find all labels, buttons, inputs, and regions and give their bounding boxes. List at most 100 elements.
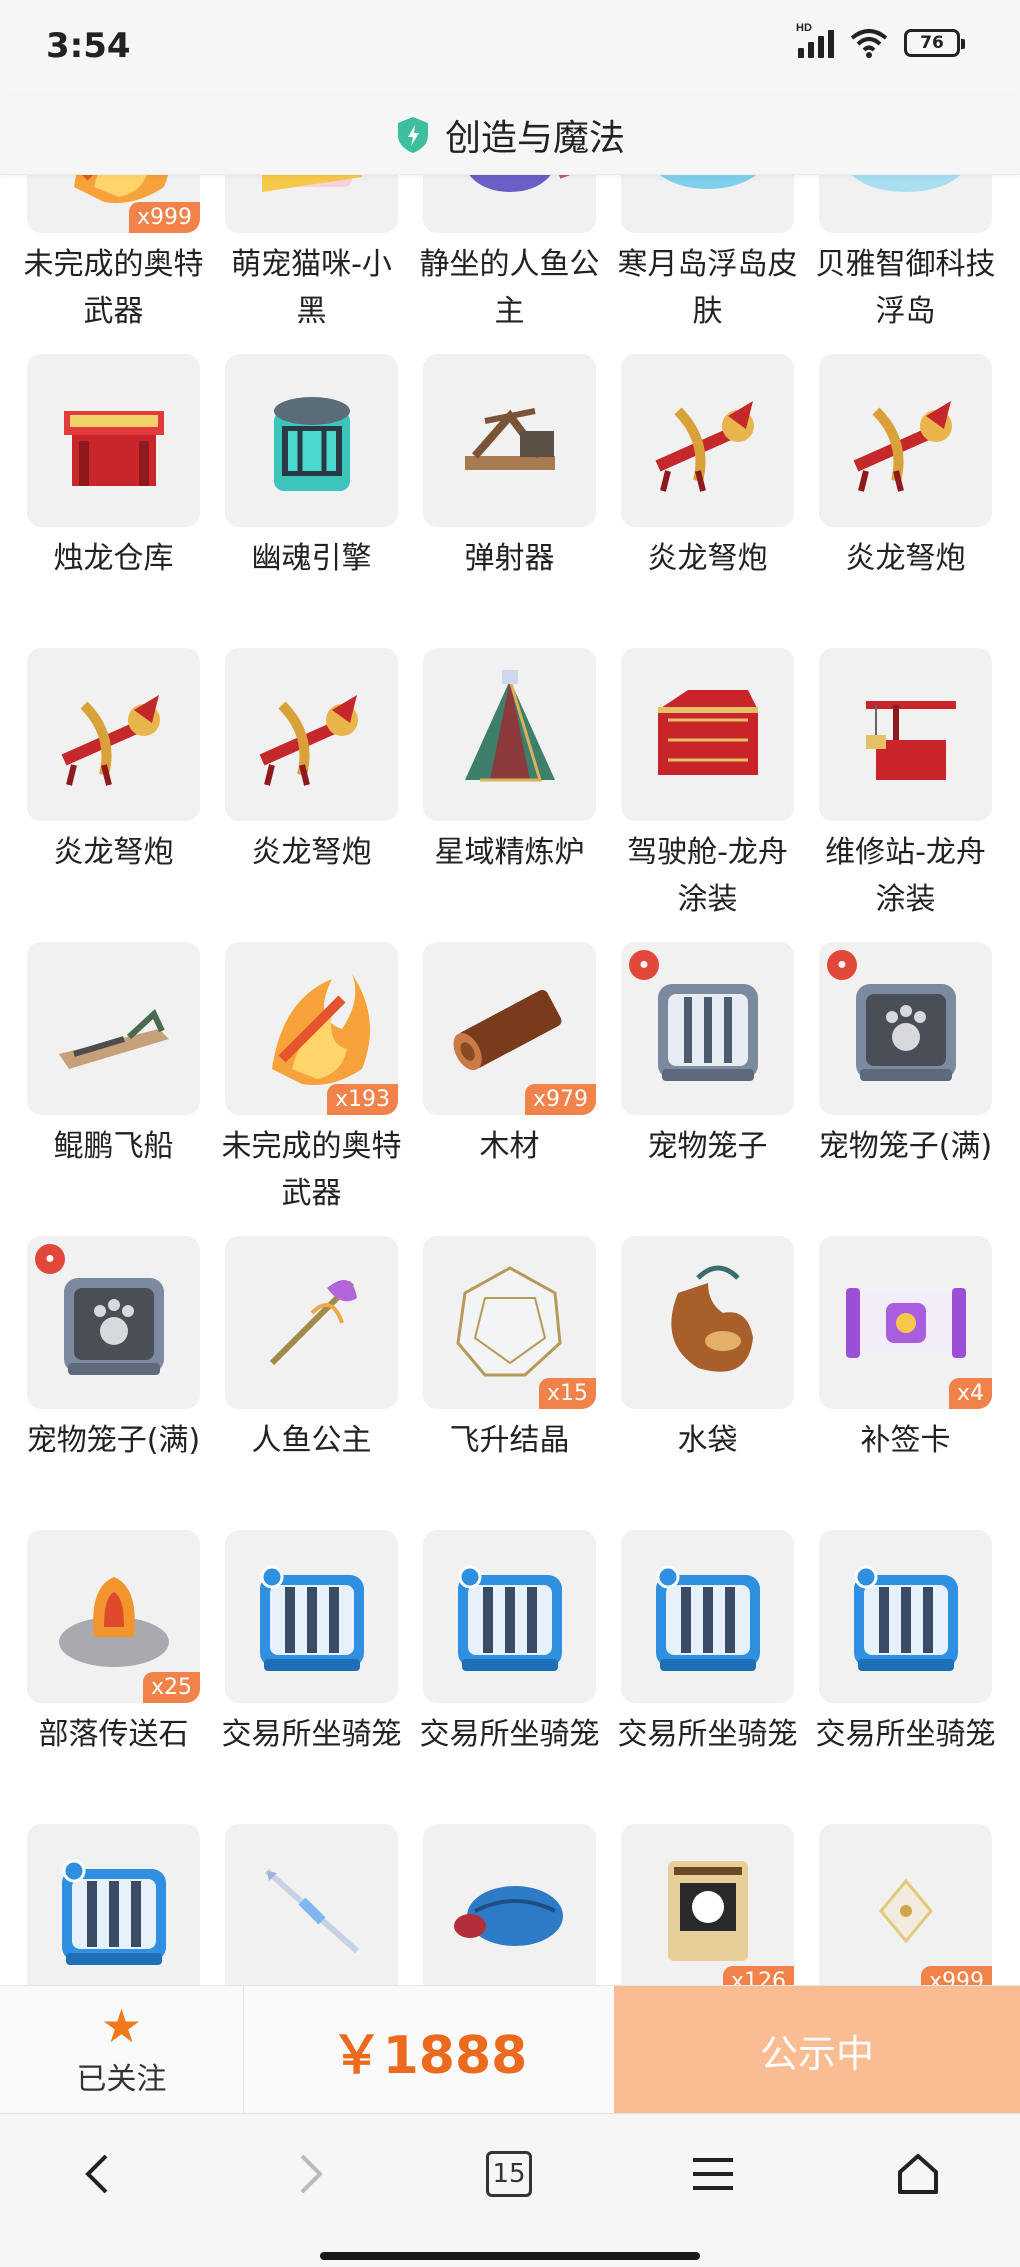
item-card[interactable]: 睡袋	[423, 1824, 596, 1985]
item-thumbnail	[423, 648, 596, 821]
item-name: 未完成的奥特武器	[221, 1129, 402, 1211]
red-cabin-icon	[657, 689, 758, 775]
tabs-button[interactable]: 15	[469, 2134, 549, 2214]
forward-button[interactable]	[268, 2134, 348, 2214]
wanted-poster-icon	[667, 1860, 748, 1961]
item-name: 炎龙弩炮	[251, 835, 372, 870]
status-time: 3:54	[46, 26, 131, 66]
item-name: 木材	[479, 1129, 540, 1164]
item-thumbnail	[423, 1824, 596, 1985]
item-card[interactable]: 交易所坐骑笼	[420, 1530, 600, 1824]
quantity-badge: x999	[128, 202, 200, 233]
item-card[interactable]: x126酷酷狗挑战	[621, 1824, 794, 1985]
item-card[interactable]: 烛龙仓库	[27, 354, 200, 648]
item-name: 星域精炼炉	[434, 835, 585, 870]
item-card[interactable]: 萌宠猫咪-小黑	[225, 175, 398, 354]
quantity-badge: x193	[326, 1084, 398, 1115]
item-thumbnail	[27, 354, 200, 527]
quantity-badge: x15	[538, 1378, 596, 1409]
item-card[interactable]: 驾驶舱-龙舟涂装	[621, 648, 794, 942]
item-thumbnail	[819, 1530, 992, 1703]
item-name: 寒月岛浮岛皮肤	[617, 247, 798, 329]
item-card[interactable]: ● 宠物笼子(满)	[819, 942, 992, 1236]
item-card[interactable]: 炎龙弩炮	[27, 648, 200, 942]
item-thumbnail	[819, 354, 992, 527]
item-grid-viewport[interactable]: x999 未完成的奥特武器 萌宠猫咪-小黑 静坐的人鱼公主 寒月岛浮岛皮肤 贝雅智御科技浮…	[0, 175, 1020, 1985]
item-thumbnail	[423, 354, 596, 527]
pyramid-furnace-icon	[464, 669, 555, 781]
item-card[interactable]: 交易所坐骑笼	[27, 1824, 200, 1985]
item-name: 驾驶舱-龙舟涂装	[627, 835, 788, 917]
item-card[interactable]: 贝雅智御科技浮岛	[816, 175, 996, 354]
item-card[interactable]: 静坐的人鱼公主	[420, 175, 600, 354]
item-name: 炎龙弩炮	[845, 541, 966, 576]
item-card[interactable]: 交易所坐骑笼	[816, 1530, 996, 1824]
mount-cage-icon	[655, 1565, 760, 1671]
item-card[interactable]: 弹射器	[423, 354, 596, 648]
item-thumbnail: ●	[621, 942, 794, 1115]
item-card[interactable]: 星域精炼炉	[423, 648, 596, 942]
arrow-icon	[264, 1868, 359, 1953]
item-thumbnail	[819, 648, 992, 821]
quantity-badge: x126	[722, 1966, 794, 1985]
item-card[interactable]: x999 未完成的奥特武器	[24, 175, 204, 354]
menu-icon	[693, 2158, 733, 2190]
item-card[interactable]: 炎龙弩炮	[621, 354, 794, 648]
chevron-right-icon	[300, 2154, 323, 2194]
item-card[interactable]: x25 部落传送石	[27, 1530, 200, 1824]
action-bar: ★ 已关注 ￥1888 公示中	[0, 1985, 1020, 2114]
follow-button[interactable]: ★ 已关注	[0, 1986, 244, 2114]
item-card[interactable]: 中诗永恒箭	[225, 1824, 398, 1985]
item-name: 烛龙仓库	[53, 541, 174, 576]
item-thumbnail	[621, 175, 794, 233]
item-thumbnail	[225, 1236, 398, 1409]
floating-island-tech-icon	[851, 175, 960, 192]
item-name: 人鱼公主	[251, 1423, 372, 1458]
status-button[interactable]: 公示中	[614, 1986, 1020, 2114]
item-card[interactable]: 人鱼公主	[225, 1236, 398, 1530]
mount-cage-icon	[457, 1565, 562, 1671]
item-name: 宠物笼子(满)	[818, 1129, 993, 1164]
flame-weapon-icon	[271, 973, 370, 1085]
ticket-icon	[845, 1287, 966, 1358]
item-card[interactable]: ● 宠物笼子(满)	[27, 1236, 200, 1530]
pet-cat-icon	[261, 175, 362, 192]
item-name: 炎龙弩炮	[647, 541, 768, 576]
item-card[interactable]: ● 宠物笼子	[621, 942, 794, 1236]
item-name: 部落传送石	[38, 1717, 189, 1752]
item-name: 静坐的人鱼公主	[419, 247, 600, 329]
item-name: 未完成的奥特武器	[23, 247, 204, 329]
dragon-ballista-icon	[259, 694, 358, 786]
home-button[interactable]	[878, 2134, 958, 2214]
quantity-badge: x979	[524, 1084, 596, 1115]
menu-button[interactable]	[673, 2134, 753, 2214]
mount-cage-icon	[259, 1565, 364, 1671]
item-thumbnail	[621, 1236, 794, 1409]
item-card[interactable]: 维修站-龙舟涂装	[819, 648, 992, 942]
browser-nav-bar: 15	[0, 2113, 1020, 2267]
item-card[interactable]: 幽魂引擎	[225, 354, 398, 648]
item-card[interactable]: x15 飞升结晶	[423, 1236, 596, 1530]
item-name: 飞升结晶	[449, 1423, 570, 1458]
chevron-left-icon	[85, 2154, 108, 2194]
item-card[interactable]: x4 补签卡	[819, 1236, 992, 1530]
crystal-icon	[455, 1265, 562, 1376]
item-card[interactable]: 交易所坐骑笼	[618, 1530, 798, 1824]
item-card[interactable]: x999空灵棱锥	[819, 1824, 992, 1985]
item-name: 萌宠猫咪-小黑	[231, 247, 392, 329]
mermaid-icon	[469, 175, 569, 192]
item-card[interactable]: 寒月岛浮岛皮肤	[618, 175, 798, 354]
item-name: 交易所坐骑笼	[617, 1717, 798, 1752]
item-thumbnail	[423, 175, 596, 233]
item-card[interactable]: 炎龙弩炮	[225, 648, 398, 942]
item-card[interactable]: x193 未完成的奥特武器	[222, 942, 402, 1236]
item-card[interactable]: x979 木材	[423, 942, 596, 1236]
item-card[interactable]: 炎龙弩炮	[819, 354, 992, 648]
item-card[interactable]: 交易所坐骑笼	[222, 1530, 402, 1824]
item-card[interactable]: 水袋	[621, 1236, 794, 1530]
back-button[interactable]	[60, 2134, 140, 2214]
item-name: 贝雅智御科技浮岛	[815, 247, 996, 329]
airship-icon	[58, 1008, 169, 1069]
item-card[interactable]: 鲲鹏飞船	[27, 942, 200, 1236]
item-name: 弹射器	[464, 541, 555, 576]
